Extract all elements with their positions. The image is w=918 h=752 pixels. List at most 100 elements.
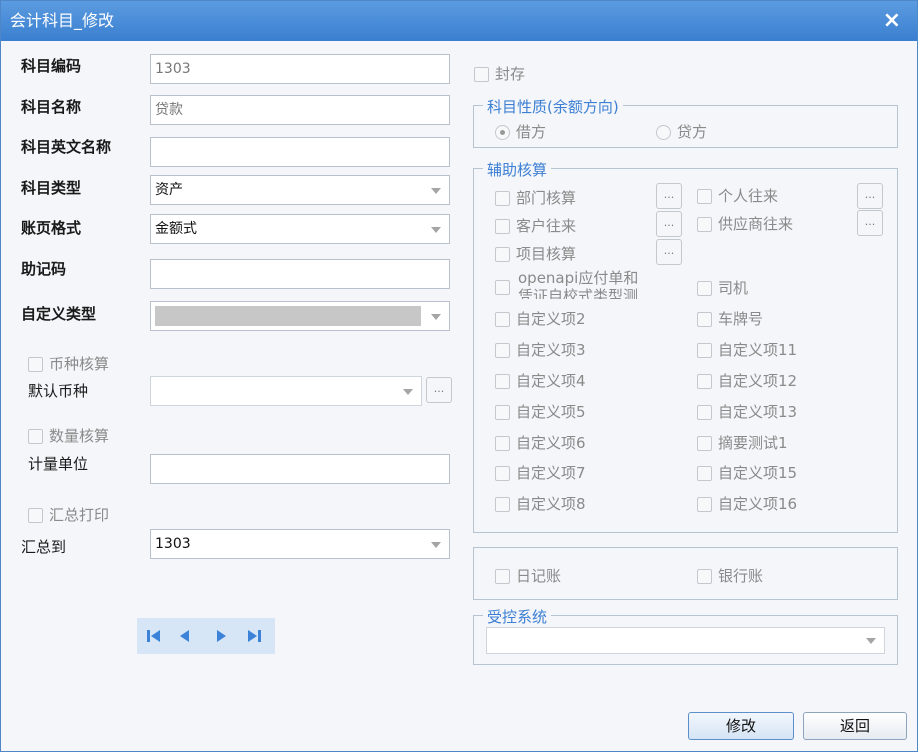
checkbox[interactable] xyxy=(697,374,712,389)
checkbox[interactable] xyxy=(495,436,510,451)
unit-label: 计量单位 xyxy=(28,455,89,473)
aux-item[interactable]: 供应商往来 xyxy=(697,213,793,234)
modify-button[interactable]: 修改 xyxy=(688,712,794,740)
aux-item[interactable]: 自定义项6 xyxy=(495,432,586,453)
credit-radio[interactable]: 贷方 xyxy=(656,121,707,142)
format-label: 账页格式 xyxy=(21,219,82,237)
aux-more-button[interactable]: ... xyxy=(656,183,682,209)
name-input[interactable]: 贷款 xyxy=(150,95,450,125)
type-select[interactable]: 资产 xyxy=(150,175,450,205)
currency-check[interactable]: 币种核算 xyxy=(28,353,109,374)
aux-item[interactable]: 自定义项5 xyxy=(495,401,586,422)
type-select-value: 资产 xyxy=(155,182,183,198)
chevron-down-icon xyxy=(403,389,413,395)
checkbox[interactable] xyxy=(697,436,712,451)
checkbox[interactable] xyxy=(697,189,712,204)
aux-item[interactable]: 自定义项16 xyxy=(697,493,797,514)
chevron-down-icon xyxy=(866,638,876,644)
window-title: 会计科目_修改 xyxy=(10,11,115,30)
summary-to-label: 汇总到 xyxy=(21,538,67,556)
aux-item[interactable]: 自定义项7 xyxy=(495,462,586,483)
aux-item[interactable]: 自定义项2 xyxy=(495,308,586,329)
aux-item[interactable]: 司机 xyxy=(697,277,748,298)
summary-print-check[interactable]: 汇总打印 xyxy=(28,504,109,525)
aux-item[interactable]: 自定义项3 xyxy=(495,339,586,360)
aux-item[interactable]: 自定义项11 xyxy=(697,339,797,360)
summary-to-value: 1303 xyxy=(155,536,191,552)
aux-item[interactable]: 自定义项13 xyxy=(697,401,797,422)
checkbox[interactable] xyxy=(495,191,510,206)
aux-item[interactable]: 自定义项15 xyxy=(697,462,797,483)
aux-item[interactable]: 客户往来 xyxy=(495,215,576,236)
next-record-icon[interactable] xyxy=(212,627,230,645)
aux-item[interactable]: 自定义项12 xyxy=(697,370,797,391)
checkbox[interactable] xyxy=(495,497,510,512)
custom-type-label: 自定义类型 xyxy=(21,305,97,323)
format-select-value: 金额式 xyxy=(155,221,197,237)
type-label: 科目类型 xyxy=(21,179,82,197)
archive-check[interactable]: 封存 xyxy=(474,63,525,84)
aux-item[interactable]: 部门核算 xyxy=(495,187,576,208)
checkbox[interactable] xyxy=(495,466,510,481)
default-currency-label: 默认币种 xyxy=(28,382,89,400)
summary-to-select[interactable]: 1303 xyxy=(150,529,450,559)
default-currency-select[interactable] xyxy=(150,376,422,406)
checkbox[interactable] xyxy=(495,312,510,327)
checkbox[interactable] xyxy=(28,508,43,523)
english-name-input[interactable] xyxy=(150,137,450,167)
back-button[interactable]: 返回 xyxy=(803,712,907,740)
custom-type-select[interactable] xyxy=(150,301,450,331)
journal-check[interactable]: 日记账 xyxy=(495,565,561,586)
checkbox[interactable] xyxy=(697,405,712,420)
close-icon[interactable]: × xyxy=(883,1,901,41)
code-input[interactable]: 1303 xyxy=(150,54,450,84)
format-select[interactable]: 金额式 xyxy=(150,214,450,244)
quantity-check[interactable]: 数量核算 xyxy=(28,425,109,446)
checkbox[interactable] xyxy=(495,343,510,358)
previous-record-icon[interactable] xyxy=(176,627,194,645)
aux-item[interactable]: 个人往来 xyxy=(697,185,778,206)
aux-more-button[interactable]: ... xyxy=(857,210,883,236)
aux-more-button[interactable]: ... xyxy=(857,183,883,209)
aux-item[interactable]: 自定义项4 xyxy=(495,370,586,391)
aux-item[interactable]: 车牌号 xyxy=(697,308,763,329)
unit-input[interactable] xyxy=(150,454,450,484)
checkbox[interactable] xyxy=(495,405,510,420)
radio[interactable] xyxy=(495,125,510,140)
english-name-label: 科目英文名称 xyxy=(21,138,112,156)
checkbox[interactable] xyxy=(697,217,712,232)
bank-journal-check[interactable]: 银行账 xyxy=(697,565,763,586)
radio[interactable] xyxy=(656,125,671,140)
controlled-system-legend: 受控系统 xyxy=(483,606,552,627)
checkbox[interactable] xyxy=(474,67,489,82)
checkbox[interactable] xyxy=(28,429,43,444)
checkbox[interactable] xyxy=(495,247,510,262)
checkbox[interactable] xyxy=(697,466,712,481)
record-navigation xyxy=(137,618,275,654)
checkbox[interactable] xyxy=(495,374,510,389)
currency-more-button[interactable]: ... xyxy=(426,377,452,403)
aux-item[interactable]: 自定义项8 xyxy=(495,493,586,514)
debit-radio[interactable]: 借方 xyxy=(495,121,546,142)
checkbox[interactable] xyxy=(495,569,510,584)
checkbox[interactable] xyxy=(697,343,712,358)
checkbox[interactable] xyxy=(495,280,510,295)
controlled-system-select[interactable] xyxy=(486,627,885,654)
mnemonic-input[interactable] xyxy=(150,259,450,289)
checkbox[interactable] xyxy=(697,312,712,327)
nature-legend: 科目性质(余额方向) xyxy=(483,96,623,117)
mnemonic-label: 助记码 xyxy=(21,260,67,278)
aux-item[interactable]: 摘要测试1 xyxy=(697,432,788,453)
aux-more-button[interactable]: ... xyxy=(656,211,682,237)
checkbox[interactable] xyxy=(697,281,712,296)
checkbox[interactable] xyxy=(495,219,510,234)
aux-item-label: openapi应付单和 凭证自校式类型测 xyxy=(518,269,639,299)
aux-item[interactable]: 项目核算 xyxy=(495,243,576,264)
checkbox[interactable] xyxy=(28,357,43,372)
aux-more-button[interactable]: ... xyxy=(656,239,682,265)
checkbox[interactable] xyxy=(697,569,712,584)
last-record-icon[interactable] xyxy=(245,627,263,645)
checkbox[interactable] xyxy=(697,497,712,512)
titlebar: 会计科目_修改 × xyxy=(1,1,917,41)
first-record-icon[interactable] xyxy=(145,627,163,645)
